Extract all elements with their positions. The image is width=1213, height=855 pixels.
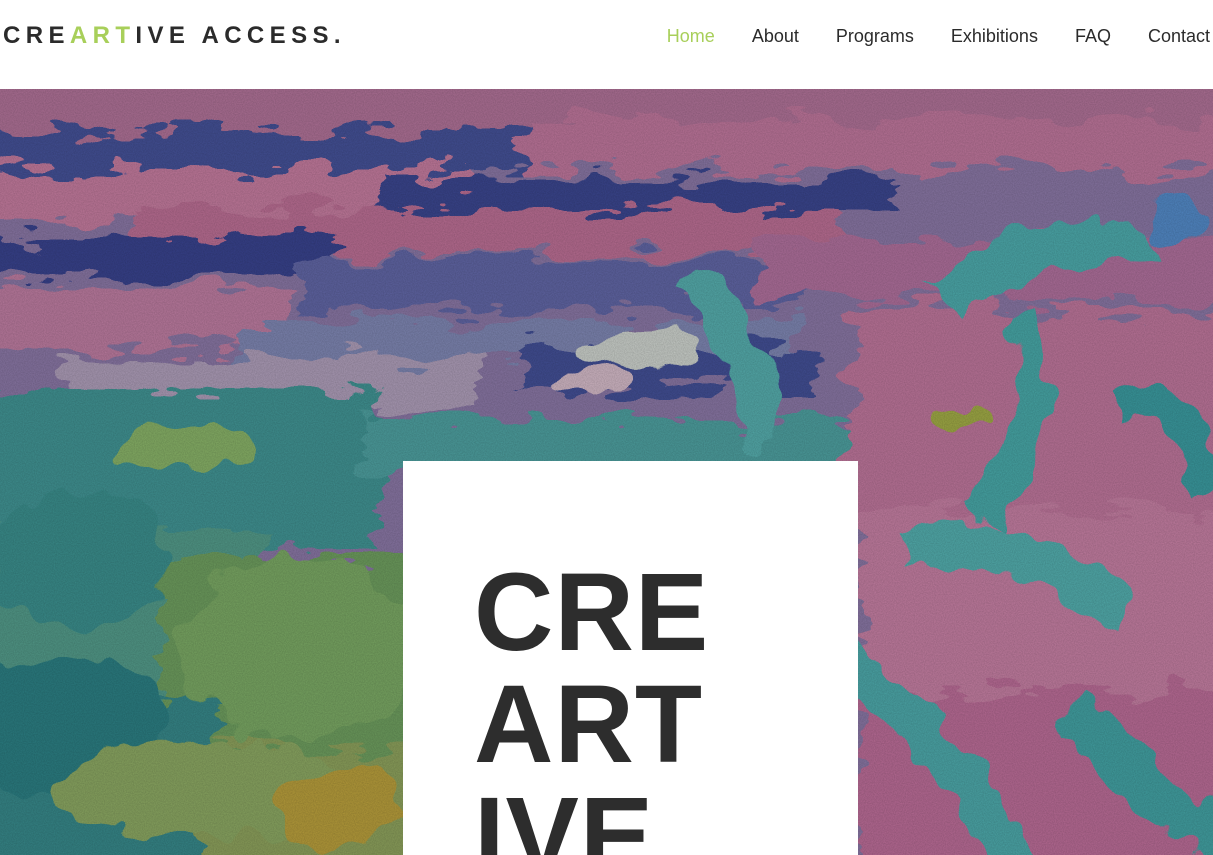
hero-title-line: CRE <box>474 551 710 674</box>
nav-item-programs[interactable]: Programs <box>836 24 914 48</box>
logo-text-end: IVE ACCESS. <box>135 22 346 49</box>
hero-title-card: CRE ART IVE <box>403 461 858 855</box>
nav-item-about[interactable]: About <box>752 24 799 48</box>
nav-item-contact[interactable]: Contact <box>1148 24 1210 48</box>
logo-text-accent: ART <box>69 22 136 49</box>
hero-title: CRE ART IVE <box>474 557 814 855</box>
hero-title-line: ART <box>474 663 704 786</box>
logo-text-start: CRE <box>3 22 70 49</box>
main-nav: Home About Programs Exhibitions FAQ Cont… <box>667 24 1210 48</box>
nav-item-home[interactable]: Home <box>667 24 715 48</box>
nav-item-faq[interactable]: FAQ <box>1075 24 1111 48</box>
site-header: CREARTIVE ACCESS. Home About Programs Ex… <box>0 0 1213 89</box>
hero-section: CRE ART IVE <box>0 89 1213 855</box>
nav-item-exhibitions[interactable]: Exhibitions <box>951 24 1038 48</box>
hero-title-line: IVE <box>474 775 655 855</box>
site-logo[interactable]: CREARTIVE ACCESS. <box>3 20 346 52</box>
